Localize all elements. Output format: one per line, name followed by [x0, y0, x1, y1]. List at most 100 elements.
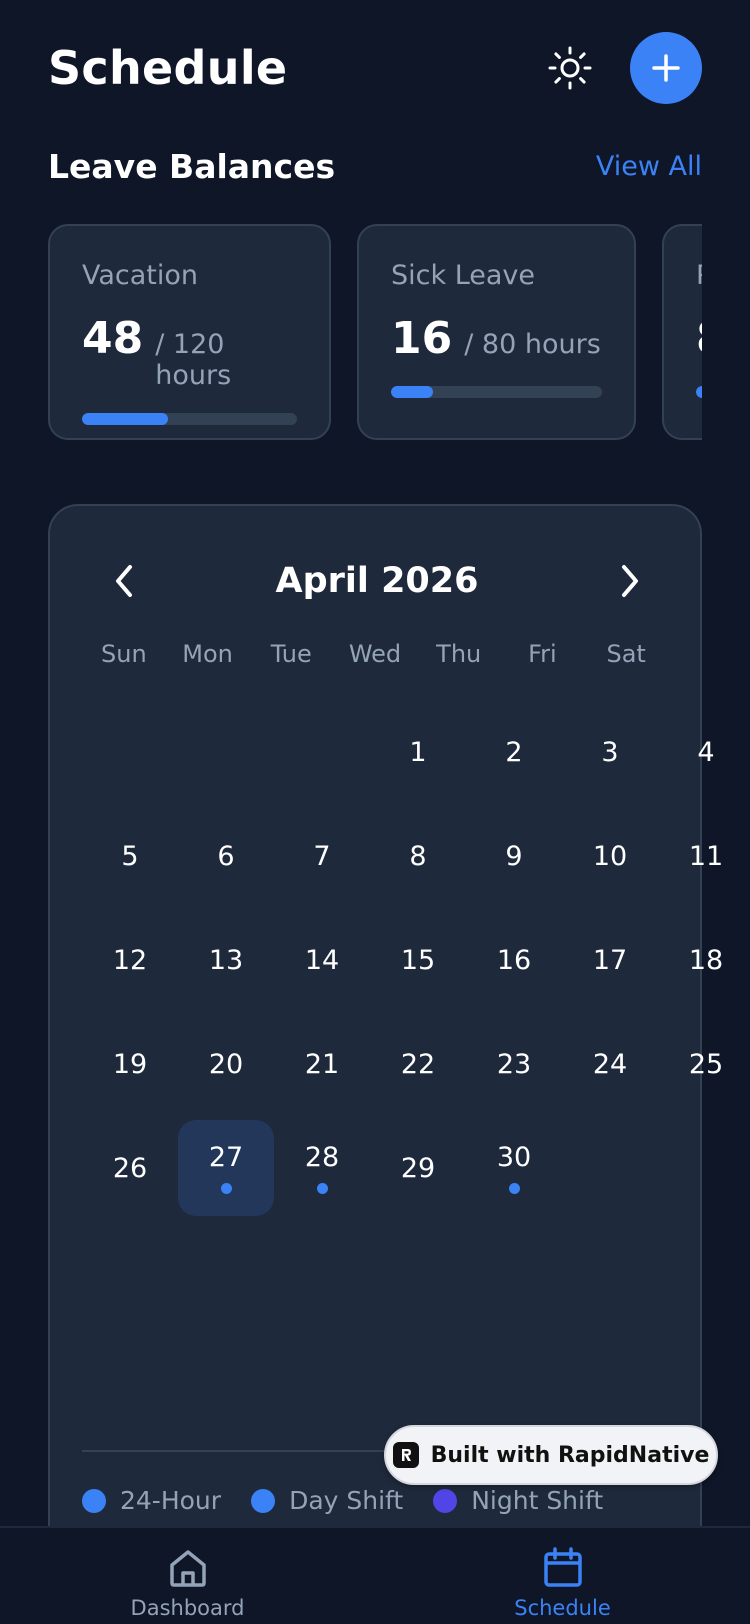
day-cell: 1: [370, 700, 466, 804]
balance-progress-bar: [82, 413, 297, 425]
calendar-day[interactable]: 30: [466, 1120, 562, 1216]
day-number: 1: [409, 736, 427, 768]
prev-month-button[interactable]: [102, 559, 146, 603]
section-title: Leave Balances: [48, 146, 336, 186]
calendar-day[interactable]: 13: [178, 912, 274, 1008]
day-number: 19: [112, 1048, 148, 1080]
calendar-day[interactable]: 28: [274, 1120, 370, 1216]
day-cell: 24: [562, 1012, 658, 1116]
calendar-day[interactable]: 24: [562, 1016, 658, 1112]
day-number: 4: [697, 736, 715, 768]
balance-label: Sick Leave: [391, 260, 536, 291]
day-number: 26: [112, 1152, 148, 1184]
balance-values: 8: [696, 313, 702, 364]
legend-dot: [433, 1488, 458, 1513]
shift-legend: 24-Hour Day Shift Night Shift: [82, 1486, 603, 1515]
rapidnative-logo-icon: [392, 1442, 419, 1468]
selected-day[interactable]: 27: [178, 1120, 274, 1216]
day-number: 18: [688, 944, 724, 976]
weekday-label: Thu: [436, 640, 482, 668]
day-number: 21: [304, 1048, 340, 1080]
calendar-day[interactable]: 20: [178, 1016, 274, 1112]
next-month-button[interactable]: [608, 559, 652, 603]
calendar-day[interactable]: 10: [562, 808, 658, 904]
legend-label: Day Shift: [289, 1486, 404, 1515]
balance-progress-fill: [82, 413, 168, 425]
legend-dot: [251, 1488, 276, 1513]
day-number: 6: [217, 840, 235, 872]
balance-card-sick-leave[interactable]: Sick Leave 16 / 80 hours: [357, 224, 636, 440]
calendar-day[interactable]: 15: [370, 912, 466, 1008]
view-all-link[interactable]: View All: [596, 151, 702, 182]
day-cell: 26: [82, 1116, 178, 1220]
day-number: 11: [688, 840, 724, 872]
calendar-day[interactable]: 25: [658, 1016, 750, 1112]
legend-item: Day Shift: [251, 1486, 403, 1515]
day-cell: 15: [370, 908, 466, 1012]
empty-day-cell: [178, 700, 274, 804]
chevron-right-icon: [622, 565, 638, 597]
day-cell: 13: [178, 908, 274, 1012]
balance-used: 48: [82, 313, 144, 364]
day-cell: 10: [562, 804, 658, 908]
day-cell: 4: [658, 700, 750, 804]
balance-progress-fill: [391, 386, 434, 398]
day-cell: 5: [82, 804, 178, 908]
calendar-day[interactable]: 9: [466, 808, 562, 904]
empty-day-cell: [274, 700, 370, 804]
tab-label: Schedule: [514, 1596, 611, 1620]
calendar-day[interactable]: 6: [178, 808, 274, 904]
day-cell: 18: [658, 908, 750, 1012]
day-cell: 20: [178, 1012, 274, 1116]
day-number: 17: [592, 944, 628, 976]
tab-dashboard[interactable]: Dashboard: [0, 1528, 375, 1624]
calendar-day[interactable]: 2: [466, 704, 562, 800]
balance-card-vacation[interactable]: Vacation 48 / 120 hours: [48, 224, 331, 440]
day-cell: 2: [466, 700, 562, 804]
calendar-day[interactable]: 26: [82, 1120, 178, 1216]
calendar-day[interactable]: 19: [82, 1016, 178, 1112]
calendar-day[interactable]: 18: [658, 912, 750, 1008]
calendar-day[interactable]: 5: [82, 808, 178, 904]
balance-card-partial[interactable]: P 8: [662, 224, 702, 440]
day-cell: 28: [274, 1116, 370, 1220]
calendar-day[interactable]: 1: [370, 704, 466, 800]
calendar-day[interactable]: 29: [370, 1120, 466, 1216]
calendar-day[interactable]: 11: [658, 808, 750, 904]
add-button[interactable]: [630, 32, 702, 104]
balance-total: / 120 hours: [155, 329, 232, 391]
calendar-day[interactable]: 22: [370, 1016, 466, 1112]
calendar-day[interactable]: 3: [562, 704, 658, 800]
calendar-day[interactable]: 17: [562, 912, 658, 1008]
leave-balance-carousel[interactable]: Vacation 48 / 120 hours Sick Leave 16 / …: [48, 224, 702, 440]
day-cell: 6: [178, 804, 274, 908]
calendar-day[interactable]: 14: [274, 912, 370, 1008]
built-with-badge[interactable]: Built with RapidNative: [384, 1425, 718, 1485]
day-number: 9: [505, 840, 523, 872]
calendar-day[interactable]: 16: [466, 912, 562, 1008]
empty-day-cell: [82, 700, 178, 804]
bottom-tab-bar: Dashboard Schedule: [0, 1526, 750, 1624]
weekday-label: Sun: [101, 640, 147, 668]
theme-toggle-button[interactable]: [546, 44, 594, 92]
day-cell: 14: [274, 908, 370, 1012]
calendar-day[interactable]: 21: [274, 1016, 370, 1112]
tab-schedule[interactable]: Schedule: [375, 1528, 750, 1624]
day-number: 29: [400, 1152, 436, 1184]
day-number: 13: [208, 944, 244, 976]
day-cell: 17: [562, 908, 658, 1012]
tab-label: Dashboard: [130, 1596, 245, 1620]
day-number: 27: [208, 1142, 244, 1173]
day-cell: 21: [274, 1012, 370, 1116]
day-number: 22: [400, 1048, 436, 1080]
calendar-day[interactable]: 12: [82, 912, 178, 1008]
calendar-day[interactable]: 8: [370, 808, 466, 904]
legend-dot: [82, 1488, 106, 1513]
calendar-day[interactable]: 7: [274, 808, 370, 904]
calendar-day[interactable]: 4: [658, 704, 750, 800]
day-cell: 3: [562, 700, 658, 804]
chevron-left-icon: [116, 565, 132, 597]
plus-icon: [652, 54, 680, 82]
calendar-day[interactable]: 23: [466, 1016, 562, 1112]
day-number: 8: [409, 840, 427, 872]
